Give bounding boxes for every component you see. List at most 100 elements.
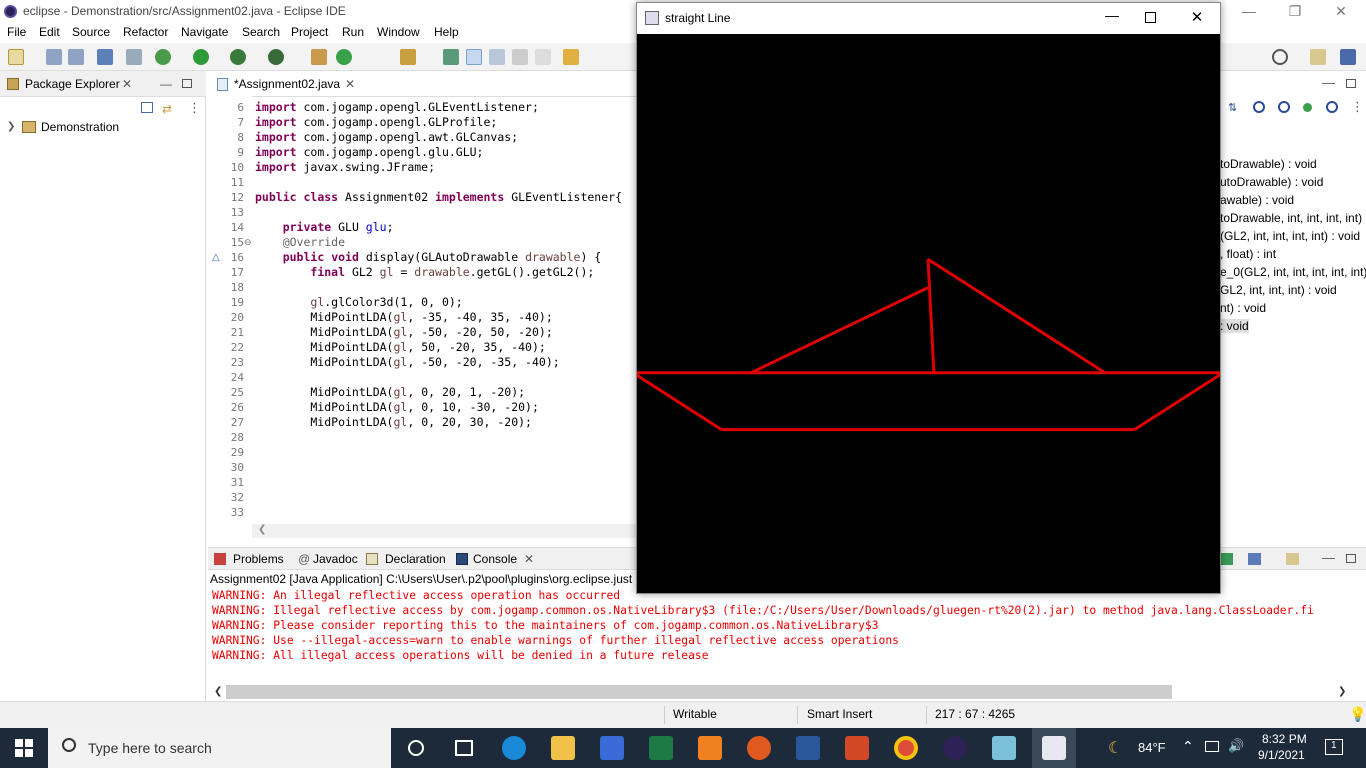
console-hscroll-thumb[interactable] bbox=[226, 685, 1172, 699]
outline-item[interactable]: awable) : void bbox=[1220, 193, 1294, 207]
view-menu-icon[interactable]: ⋮ bbox=[188, 100, 201, 116]
hide-fields-icon[interactable] bbox=[1253, 101, 1265, 113]
save-all-icon[interactable] bbox=[68, 49, 84, 65]
firefox-icon[interactable] bbox=[747, 736, 771, 760]
new-class-icon[interactable] bbox=[336, 49, 352, 65]
external-tools-icon[interactable] bbox=[268, 49, 284, 65]
open-type-icon[interactable] bbox=[400, 49, 416, 65]
file-explorer-icon[interactable] bbox=[551, 736, 575, 760]
powerpoint-icon[interactable] bbox=[845, 736, 869, 760]
expand-chevron-icon[interactable]: ❯ bbox=[7, 121, 15, 132]
code-line[interactable]: import com.jogamp.opengl.GLProfile; bbox=[255, 115, 497, 129]
notepad-icon[interactable] bbox=[992, 736, 1016, 760]
collapse-all-icon[interactable] bbox=[141, 102, 153, 113]
store-icon[interactable] bbox=[600, 736, 624, 760]
start-icon[interactable] bbox=[15, 739, 33, 757]
menu-run[interactable]: Run bbox=[342, 25, 364, 39]
console-scroll-right-icon[interactable]: ❯ bbox=[1338, 686, 1346, 697]
editor-hscrollbar[interactable] bbox=[252, 524, 636, 538]
clock-date[interactable]: 9/1/2021 bbox=[1258, 748, 1305, 762]
outline-view-menu-icon[interactable]: ⋮ bbox=[1351, 99, 1364, 115]
eclipse-taskbar-icon[interactable] bbox=[943, 736, 967, 760]
code-line[interactable]: @Override bbox=[255, 235, 345, 249]
block-selection-icon[interactable] bbox=[489, 49, 505, 65]
editor-tab[interactable]: *Assignment02.java bbox=[234, 77, 340, 91]
cortana-icon[interactable] bbox=[408, 740, 424, 756]
code-line[interactable]: import javax.swing.JFrame; bbox=[255, 160, 435, 174]
project-node[interactable]: Demonstration bbox=[41, 120, 119, 134]
tab-declaration[interactable]: Declaration bbox=[385, 552, 446, 566]
battery-icon[interactable] bbox=[1205, 741, 1219, 752]
debug-icon[interactable] bbox=[155, 49, 171, 65]
outline-item[interactable]: GL2, int, int, int) : void bbox=[1220, 283, 1337, 297]
code-line[interactable]: public void display(GLAutoDrawable drawa… bbox=[255, 250, 602, 264]
chrome-icon[interactable] bbox=[894, 736, 918, 760]
code-line[interactable]: public class Assignment02 implements GLE… bbox=[255, 190, 622, 204]
menu-project[interactable]: Project bbox=[291, 25, 328, 39]
java-perspective-icon[interactable] bbox=[1340, 49, 1356, 65]
gl-window-title-bar[interactable]: straight Line — ✕ bbox=[637, 3, 1220, 34]
outline-item[interactable]: (GL2, int, int, int, int) : void bbox=[1220, 229, 1360, 243]
tip-icon[interactable]: 💡 bbox=[1349, 706, 1366, 723]
outline-item[interactable]: toDrawable) : void bbox=[1220, 157, 1317, 171]
link-editor-icon[interactable]: ⇄ bbox=[162, 102, 176, 116]
show-whitespace-icon[interactable] bbox=[535, 49, 551, 65]
tab-javadoc[interactable]: Javadoc bbox=[313, 552, 358, 566]
minimize-icon[interactable]: — bbox=[1226, 0, 1272, 23]
outline-item[interactable]: : void bbox=[1220, 319, 1249, 333]
code-line[interactable]: MidPointLDA(gl, 0, 10, -30, -20); bbox=[255, 400, 539, 414]
hide-local-types-icon[interactable] bbox=[1326, 101, 1338, 113]
code-line[interactable]: MidPointLDA(gl, 50, -20, 35, -40); bbox=[255, 340, 545, 354]
code-line[interactable]: import com.jogamp.opengl.GLEventListener… bbox=[255, 100, 539, 114]
fold-icon[interactable]: ⊖ bbox=[244, 237, 252, 248]
gl-window[interactable]: straight Line — ✕ bbox=[632, 2, 1224, 594]
excel-icon[interactable] bbox=[649, 736, 673, 760]
volume-icon[interactable]: 🔊 bbox=[1228, 738, 1244, 754]
outline-item[interactable]: toDrawable, int, int, int, int) bbox=[1220, 211, 1362, 225]
outline-minimize-icon[interactable]: — bbox=[1322, 75, 1335, 90]
maximize-view-icon[interactable] bbox=[182, 79, 192, 88]
code-line[interactable]: MidPointLDA(gl, -50, -20, -35, -40); bbox=[255, 355, 559, 369]
menu-file[interactable]: File bbox=[7, 25, 26, 39]
word-icon[interactable] bbox=[796, 736, 820, 760]
java-taskbar-active[interactable] bbox=[1032, 728, 1076, 768]
new-package-icon[interactable] bbox=[311, 49, 327, 65]
new-icon[interactable] bbox=[8, 49, 24, 65]
open-console-icon[interactable] bbox=[1220, 553, 1233, 565]
outline-item[interactable]: e_0(GL2, int, int, int, int, int) bbox=[1220, 265, 1366, 279]
status-cursor-position[interactable]: 217 : 67 : 4265 bbox=[935, 707, 1015, 721]
search-tool-icon[interactable] bbox=[443, 49, 459, 65]
close-icon[interactable]: ✕ bbox=[1318, 0, 1364, 23]
outline-item[interactable]: utoDrawable) : void bbox=[1220, 175, 1323, 189]
skip-breakpoints-icon[interactable] bbox=[126, 49, 142, 65]
gl-maximize-icon[interactable] bbox=[1145, 12, 1156, 23]
console-scroll-left-icon[interactable]: ❮ bbox=[214, 686, 222, 697]
new-console-icon[interactable] bbox=[1286, 553, 1299, 565]
menu-refactor[interactable]: Refactor bbox=[123, 25, 168, 39]
outline-item[interactable]: , float) : int bbox=[1220, 247, 1276, 261]
next-annotation-icon[interactable] bbox=[563, 49, 579, 65]
weather-temp[interactable]: 84°F bbox=[1138, 740, 1166, 755]
scroll-left-icon[interactable]: ❮ bbox=[258, 524, 266, 535]
mark-occurrences-icon[interactable] bbox=[466, 49, 482, 65]
code-line[interactable]: MidPointLDA(gl, 0, 20, 1, -20); bbox=[255, 385, 525, 399]
console-maximize-icon[interactable] bbox=[1346, 554, 1356, 563]
outline-maximize-icon[interactable] bbox=[1346, 79, 1356, 88]
gl-canvas[interactable] bbox=[632, 34, 1224, 593]
open-perspective-icon[interactable] bbox=[1310, 49, 1326, 65]
menu-navigate[interactable]: Navigate bbox=[181, 25, 228, 39]
sort-icon[interactable]: ⇅ bbox=[1228, 101, 1237, 114]
status-insert-mode[interactable]: Smart Insert bbox=[807, 707, 872, 721]
gl-close-icon[interactable]: ✕ bbox=[1177, 8, 1217, 26]
word-wrap-icon[interactable] bbox=[512, 49, 528, 65]
code-line[interactable]: import com.jogamp.opengl.awt.GLCanvas; bbox=[255, 130, 518, 144]
close-view-icon[interactable]: ✕ bbox=[122, 77, 132, 91]
tab-console[interactable]: Console bbox=[473, 552, 517, 566]
hide-nonpublic-icon[interactable] bbox=[1303, 103, 1312, 112]
menu-help[interactable]: Help bbox=[434, 25, 459, 39]
coverage-icon[interactable] bbox=[230, 49, 246, 65]
code-line[interactable]: MidPointLDA(gl, 0, 20, 30, -20); bbox=[255, 415, 532, 429]
restore-icon[interactable]: ❐ bbox=[1272, 0, 1318, 23]
close-tab-icon[interactable]: ✕ bbox=[345, 77, 355, 91]
tab-problems[interactable]: Problems bbox=[233, 552, 284, 566]
